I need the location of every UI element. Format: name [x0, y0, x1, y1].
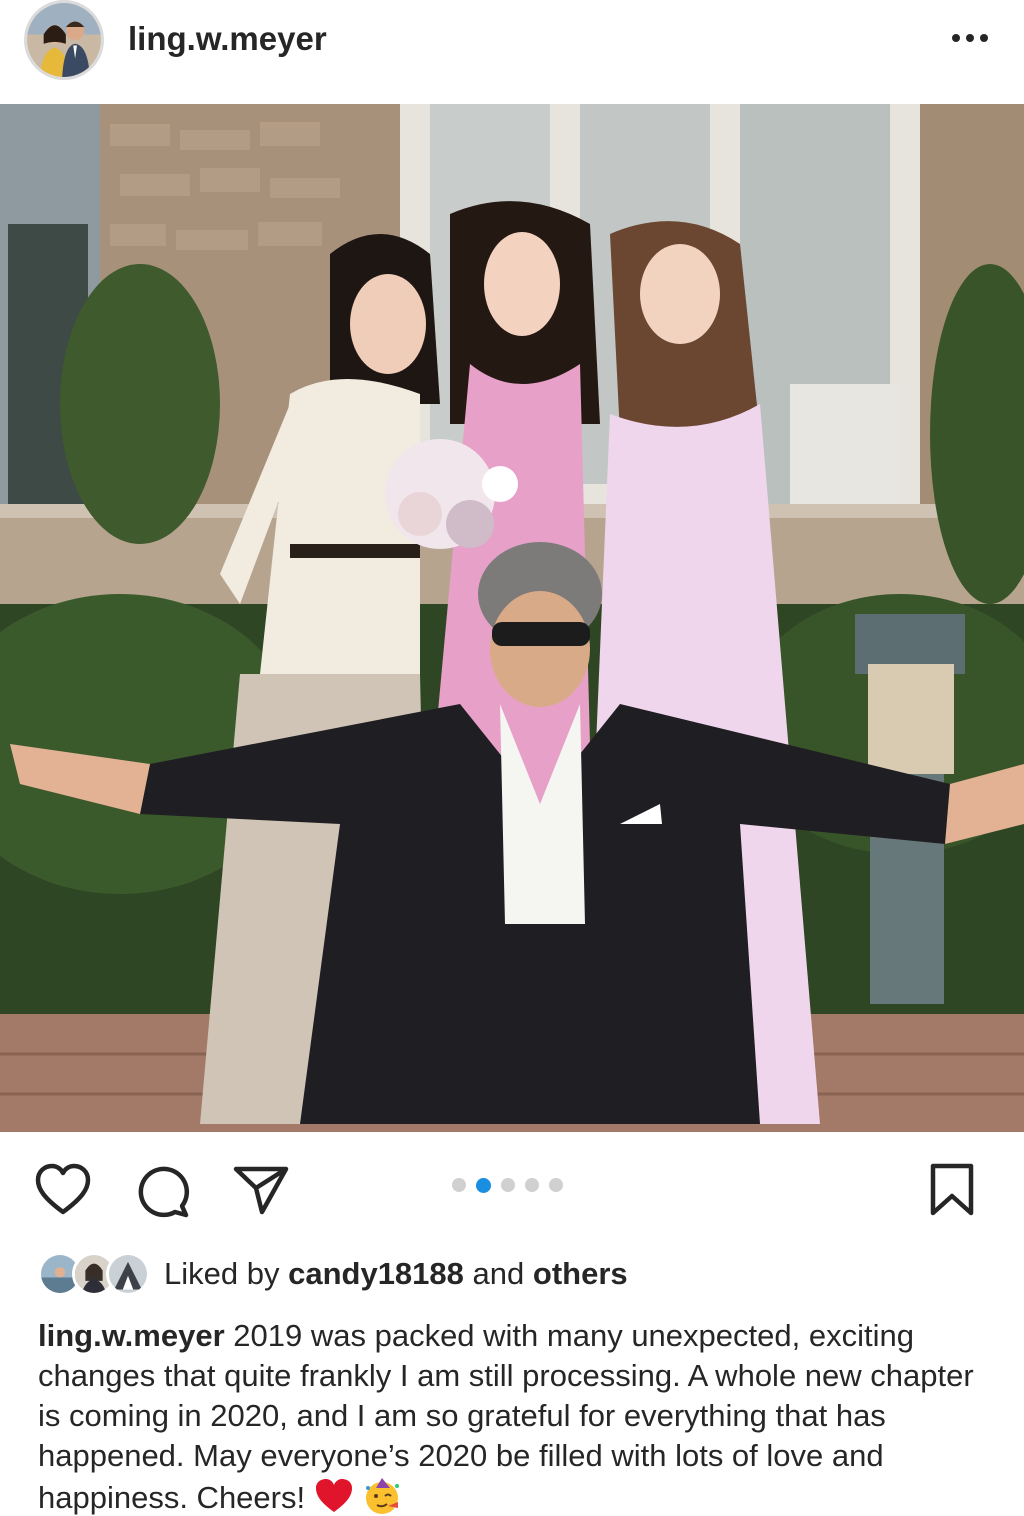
carousel-dot	[452, 1178, 466, 1192]
likes-others-link[interactable]: others	[533, 1256, 628, 1291]
more-horizontal-icon	[952, 34, 988, 42]
liker-username[interactable]: candy18188	[288, 1256, 464, 1291]
profile-avatar[interactable]	[24, 0, 104, 80]
carousel-dot	[501, 1178, 515, 1192]
likes-middle: and	[472, 1256, 525, 1291]
red-heart-emoji	[314, 1476, 354, 1516]
likes-row[interactable]: Liked by candy18188 and others	[38, 1250, 628, 1298]
likes-summary: Liked by candy18188 and others	[164, 1256, 628, 1292]
carousel-dot	[549, 1178, 563, 1192]
partying-face-emoji	[362, 1476, 402, 1516]
save-button[interactable]	[928, 1162, 976, 1218]
more-options-button[interactable]	[942, 18, 998, 58]
like-button[interactable]	[34, 1162, 92, 1216]
post-photo[interactable]	[0, 104, 1024, 1132]
share-button[interactable]	[232, 1164, 290, 1216]
carousel-indicator	[452, 1176, 563, 1194]
carousel-dot	[525, 1178, 539, 1192]
share-icon	[233, 1166, 289, 1215]
post-caption: ling.w.meyer 2019 was packed with many u…	[38, 1316, 998, 1516]
post-username[interactable]: ling.w.meyer	[128, 20, 327, 58]
carousel-dot-active	[476, 1177, 491, 1193]
liker-avatars	[38, 1252, 150, 1296]
likes-prefix: Liked by	[164, 1256, 280, 1291]
heart-icon	[35, 1163, 91, 1215]
bookmark-icon	[930, 1163, 974, 1216]
post-header: ling.w.meyer	[0, 0, 1024, 104]
liker-avatar	[106, 1252, 150, 1296]
caption-username[interactable]: ling.w.meyer	[38, 1318, 225, 1353]
comment-icon	[138, 1166, 190, 1218]
comment-button[interactable]	[134, 1162, 192, 1218]
